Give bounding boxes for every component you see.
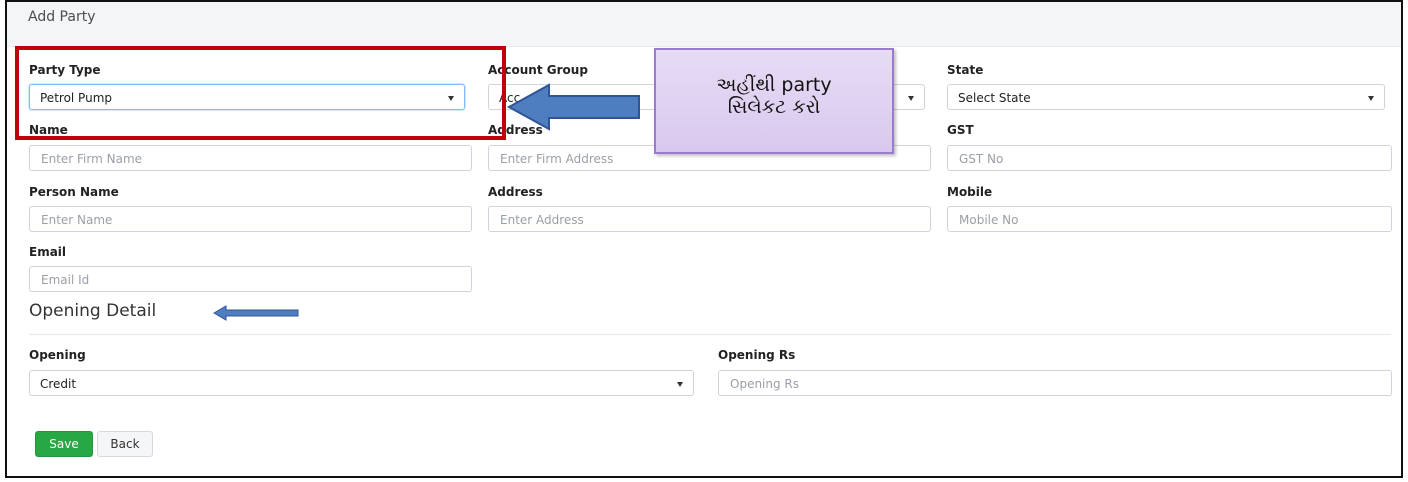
section-divider [29,334,1391,335]
person-name-label: Person Name [29,185,119,199]
chevron-down-icon [677,382,683,387]
opening-rs-label: Opening Rs [718,348,796,362]
callout-text: અહીંથી party સિલેકટ કરો [656,74,892,118]
firm-name-input[interactable]: Enter Firm Name [29,145,472,171]
person-name-placeholder: Enter Name [41,213,113,227]
state-select[interactable]: Select State [947,84,1385,110]
email-input[interactable]: Email Id [29,266,472,292]
back-button[interactable]: Back [97,431,153,457]
instruction-callout: અહીંથી party સિલેકટ કરો [654,48,894,154]
mobile-input[interactable]: Mobile No [947,206,1392,232]
address-placeholder: Enter Address [500,213,584,227]
opening-select[interactable]: Credit [29,370,694,396]
email-label: Email [29,245,67,259]
firm-name-placeholder: Enter Firm Name [41,152,143,166]
address-label: Address [488,185,543,199]
opening-rs-input[interactable]: Opening Rs [718,370,1392,396]
state-value: Select State [958,91,1031,105]
email-placeholder: Email Id [41,273,90,287]
page-title: Add Party [28,9,96,25]
gst-input[interactable]: GST No [947,145,1392,171]
opening-value: Credit [40,377,77,391]
gst-placeholder: GST No [959,152,1004,166]
callout-line-2: સિલેકટ કરો [727,96,821,118]
opening-label: Opening [29,348,86,362]
mobile-placeholder: Mobile No [959,213,1019,227]
left-arrow-icon [213,305,299,321]
address-input[interactable]: Enter Address [488,206,931,232]
page-header: Add Party [7,2,1401,47]
opening-detail-heading: Opening Detail [29,301,157,321]
save-button[interactable]: Save [35,431,93,457]
opening-rs-placeholder: Opening Rs [730,377,800,391]
gst-label: GST [947,123,974,137]
mobile-label: Mobile [947,185,993,199]
chevron-down-icon [1368,96,1374,101]
left-arrow-icon [506,83,640,131]
firm-address-placeholder: Enter Firm Address [500,152,614,166]
person-name-input[interactable]: Enter Name [29,206,472,232]
party-type-highlight-box [15,46,506,140]
chevron-down-icon [908,96,914,101]
callout-line-1: અહીંથી party [716,74,832,96]
state-label: State [947,63,984,77]
